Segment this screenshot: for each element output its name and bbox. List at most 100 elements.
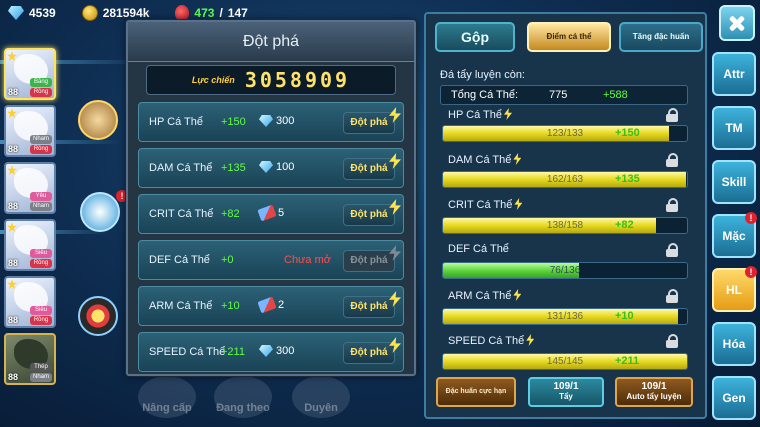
cost: 2 [257, 296, 285, 314]
close-icon[interactable] [719, 5, 755, 41]
pet-roster: Băng Rồng 88 Nham Rồng 88 Yêu Nham 88 Si… [4, 48, 60, 390]
breakthrough-button[interactable]: Đột phá [343, 158, 395, 180]
stat-bar-text: 145/145 [546, 356, 584, 367]
breakthrough-button[interactable]: Đột phá [343, 342, 395, 364]
combat-power: Lực chiến 3058909 [146, 65, 396, 95]
lock-icon[interactable] [666, 334, 678, 348]
stat-bar: 145/145 +211 [442, 353, 688, 370]
tab-individual-points[interactable]: Điểm cá thể [527, 22, 611, 52]
diamond-icon [259, 115, 273, 127]
book-icon [257, 296, 277, 314]
nav-attr-button[interactable]: Attr [712, 52, 756, 96]
auto-wash-button[interactable]: 109/1 Auto tẩy luyện [615, 377, 693, 407]
nav-equip-label: Mặc [722, 229, 746, 243]
breakthrough-row-crit: CRIT Cá Thể +82 5 Đột phá [138, 194, 404, 234]
type-tag: Siêu [30, 249, 52, 258]
cost: 300 [259, 345, 294, 357]
lock-icon[interactable] [666, 108, 678, 122]
following-button[interactable]: Đang theo [214, 376, 272, 418]
upgrade-button[interactable]: Nâng cấp [138, 376, 196, 418]
wash-count: 109/1 [553, 381, 579, 392]
lock-icon[interactable] [666, 289, 678, 303]
roster-slot[interactable]: Siêu Rồng 88 [4, 276, 56, 328]
stat-name: HP Cá Thể [448, 109, 503, 121]
gold-counter[interactable]: 281594k [81, 5, 149, 21]
energy-separator: / [219, 6, 223, 20]
type-tag: Rồng [30, 145, 52, 154]
cost-amount: 2 [278, 299, 285, 311]
tab-special-training[interactable]: Tăng đặc huấn [619, 22, 703, 52]
type-tag: Nham [30, 202, 52, 211]
roster-slot[interactable]: Nham Rồng 88 [4, 105, 56, 157]
breakthrough-button[interactable]: Đột phá [343, 296, 395, 318]
lock-icon[interactable] [666, 198, 678, 212]
nav-skill-button[interactable]: Skill [712, 160, 756, 204]
gem-counter[interactable]: 4539 [8, 6, 56, 20]
type-tag: Nham [30, 373, 52, 382]
panel-title: Đột phá [128, 22, 414, 62]
tab-merge[interactable]: Gộp [435, 22, 515, 52]
stat-bar-text: 162/163 [546, 174, 584, 185]
roster-slot[interactable]: Siêu Rồng 88 [4, 219, 56, 271]
stat-name: DAM Cá Thể [448, 154, 512, 166]
pet-level: 88 [8, 144, 19, 154]
stat-bar-bonus: +135 [615, 173, 640, 185]
stat-bonus: +150 [221, 116, 246, 128]
pet-level: 88 [8, 87, 19, 97]
nav-evolve-button[interactable]: Hóa [712, 322, 756, 366]
breakthrough-panel: Đột phá Lực chiến 3058909 HP Cá Thể +150… [126, 20, 416, 376]
type-tag: Yêu [30, 192, 52, 201]
egg-icon[interactable] [78, 100, 118, 140]
stat-bar-bonus: +211 [615, 355, 640, 367]
bond-button[interactable]: Duyên [292, 376, 350, 418]
breakthrough-button[interactable]: Đột phá [343, 204, 395, 226]
roster-slot[interactable]: Thép Nham 88 [4, 333, 56, 385]
stat-bar: 138/158 +82 [442, 217, 688, 234]
stat-bonus: +0 [221, 254, 234, 266]
remaining-stones-label: Đá tẩy luyện còn: [440, 69, 525, 81]
potion-icon [175, 5, 190, 21]
energy-counter[interactable]: 473 / 147 [175, 5, 248, 21]
stat-label: CRIT Cá Thể [448, 198, 523, 211]
stat-bar-text: 138/158 [546, 220, 584, 231]
stat-bonus: +135 [221, 162, 246, 174]
stat-name: DEF Cá Thể [149, 254, 210, 266]
stat-bar-bonus: +82 [615, 219, 634, 231]
cost: 5 [257, 204, 285, 222]
wash-button[interactable]: 109/1 Tẩy [528, 377, 604, 407]
auto-count: 109/1 [641, 381, 667, 392]
stat-label: ARM Cá Thể [448, 289, 522, 302]
lock-icon[interactable] [666, 153, 678, 167]
lock-icon[interactable] [666, 243, 678, 257]
stat-name: DAM Cá Thể [149, 162, 213, 174]
total-individual: Tổng Cá Thể: 775 +588 [440, 85, 688, 105]
cost-amount: 5 [278, 207, 285, 219]
power-value: 3058909 [244, 68, 351, 92]
wash-label: Tẩy [559, 392, 573, 401]
total-value: 775 [549, 89, 568, 101]
energy-max: 147 [227, 6, 248, 20]
lightning-icon [504, 108, 513, 120]
stat-name: SPEED Cá Thể [448, 335, 525, 347]
breakthrough-button[interactable]: Đột phá [343, 112, 395, 134]
roster-slot[interactable]: Băng Rồng 88 [4, 48, 56, 100]
type-tag: Thép [30, 363, 52, 372]
stat-bonus: +211 [221, 346, 245, 358]
stat-name: CRIT Cá Thể [149, 208, 214, 220]
breakthrough-row-dam: DAM Cá Thể +135 100 Đột phá [138, 148, 404, 188]
nav-equip-button[interactable]: Mặc! [712, 212, 757, 258]
pet-level: 88 [8, 201, 19, 211]
bag-icon[interactable] [80, 192, 120, 232]
gem-amount: 4539 [29, 6, 56, 20]
pokeball-icon[interactable] [78, 296, 118, 336]
power-label: Lực chiến [191, 75, 235, 85]
total-label: Tổng Cá Thể: [451, 89, 519, 101]
roster-slot[interactable]: Yêu Nham 88 [4, 162, 56, 214]
nav-hl-button[interactable]: HL! [712, 266, 757, 312]
pet-level: 88 [8, 315, 19, 325]
stat-label: DEF Cá Thể [448, 243, 509, 255]
stat-name: HP Cá Thể [149, 116, 204, 128]
special-training-button[interactable]: Đặc huấn cực hạn [436, 377, 516, 407]
nav-tm-button[interactable]: TM [712, 106, 756, 150]
nav-gen-button[interactable]: Gen [712, 376, 756, 420]
